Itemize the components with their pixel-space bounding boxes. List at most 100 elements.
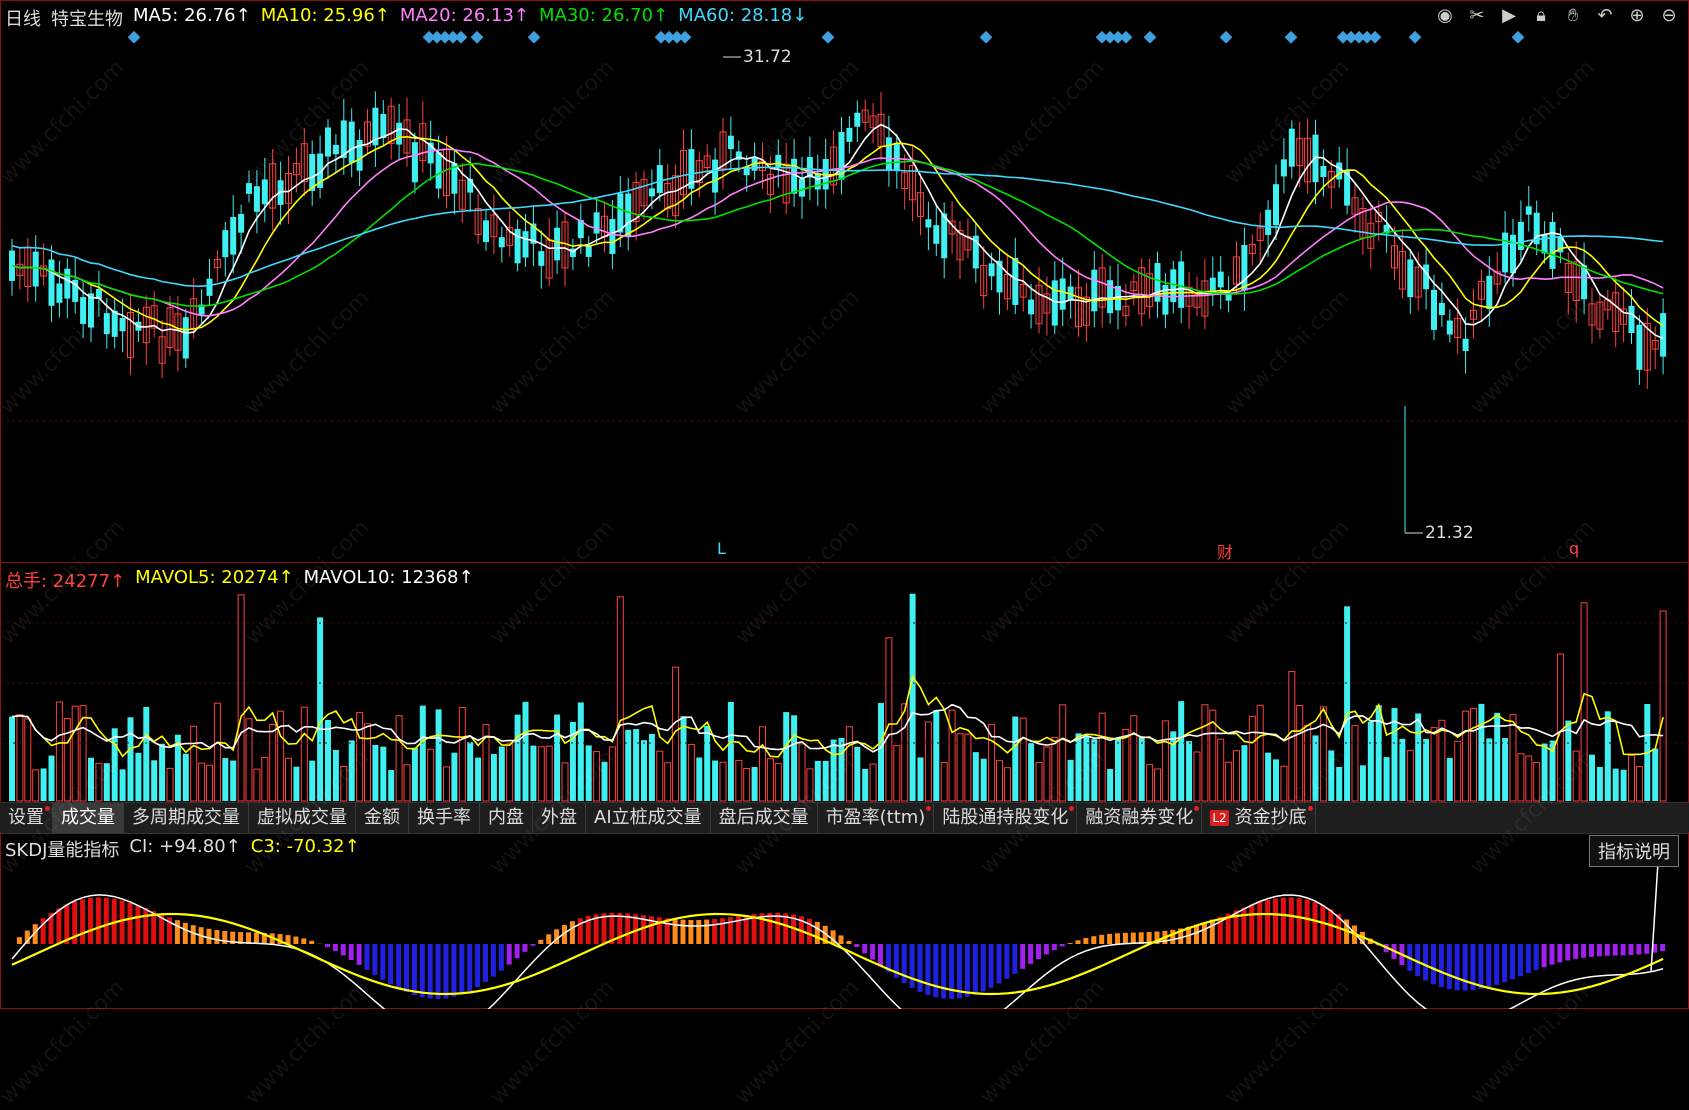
candle-down [657,165,663,193]
tab-label: 虚拟成交量 [257,807,347,828]
volume-bar-down [1486,738,1492,801]
volume-bar-up [538,747,544,801]
volume-bar-up [1526,756,1532,801]
candle-down [523,231,529,257]
tab-1[interactable]: 成交量 [53,803,124,833]
tab-3[interactable]: 虚拟成交量 [249,803,356,833]
volume-bar-down [412,748,418,801]
volume-bar-up [1194,752,1200,801]
indicator-bar [1170,930,1175,944]
indicator-bar [1020,944,1025,969]
volume-bar-up [562,763,568,801]
volume-bar-down [1344,606,1350,801]
volume-bar-up [301,707,307,801]
indicator-bar [554,929,559,944]
zoom-in-icon[interactable]: ⊕ [1626,5,1648,27]
volume-bar-down [1313,735,1319,801]
indicator-bar [1305,900,1310,944]
ma30-value: MA30: 26.70↑ [539,5,668,31]
tab-8[interactable]: AI立桩成交量 [586,803,711,833]
indicator-bar [96,897,101,944]
indicator-bar [523,944,528,952]
tab-label: 设置 [8,807,44,828]
scissors-icon[interactable]: ✂ [1466,5,1488,27]
tab-6[interactable]: 内盘 [480,803,533,833]
volume-chart-canvas[interactable] [1,563,1689,803]
indicator-bar [530,944,535,946]
indicator-bar [128,903,133,944]
candle-down [515,229,521,263]
undo-icon[interactable]: ↶ [1594,5,1616,27]
volume-bar-up [270,724,276,801]
indicator-bar [981,944,986,991]
tab-4[interactable]: 金额 [356,803,409,833]
indicator-bar [1534,944,1539,970]
indicator-bar [965,944,970,997]
indicator-bar [1004,944,1009,979]
candle-down [846,128,852,142]
volume-bar-up [1218,739,1224,801]
indicator-bar [17,937,22,944]
price-chart-canvas[interactable] [1,1,1689,563]
play-icon[interactable]: ▶ [1498,5,1520,27]
volume-bar-down [1613,769,1619,801]
event-marker-q[interactable]: q [1569,539,1579,558]
hand-icon[interactable]: ✋︎ [1562,5,1584,27]
indicator-bar [341,944,346,955]
volume-bar-down [523,702,529,801]
candle-down [1273,184,1279,225]
volume-bar-down [1107,769,1113,801]
event-marker-l[interactable]: L [717,539,726,558]
candle-down [254,186,260,212]
candle-down [1463,339,1469,351]
indicator-bar [372,944,377,975]
indicator-bar [839,935,844,944]
indicator-bar [775,913,780,944]
event-marker-finance[interactable]: 财 [1217,539,1233,563]
candle-down [1550,222,1556,269]
indicator-bar [135,905,140,944]
indicator-bar [104,898,109,944]
candle-down [1447,321,1453,335]
volume-bar-down [854,747,860,801]
candle-down [483,220,489,242]
tab-11[interactable]: 陆股通持股变化 [934,803,1077,833]
signal-diamond [679,31,692,44]
tab-2[interactable]: 多周期成交量 [124,803,249,833]
candle-down [1510,235,1516,274]
price-chart-panel[interactable]: 日线 特宝生物 MA5: 26.76↑ MA10: 25.96↑ MA20: 2… [0,0,1689,562]
indicator-explain-button[interactable]: 指标说明 [1589,835,1679,867]
candle-down [412,142,418,182]
eye-icon[interactable]: ◉ [1434,5,1456,27]
indicator-panel[interactable]: SKDJ量能指标 CI: +94.80↑ C3: -70.32↑ [0,832,1689,1009]
lock-icon[interactable]: 🔒︎ [1530,5,1552,27]
indicator-bar [1202,922,1207,944]
signal-diamond [471,31,484,44]
tab-10[interactable]: 市盈率(ttm) [818,803,935,833]
indicator-bar [365,944,370,970]
volume-bar-down [1076,733,1082,801]
candle-down [625,193,631,236]
ma10-value: MA10: 25.96↑ [261,5,390,31]
volume-bar-down [918,757,924,801]
tab-7[interactable]: 外盘 [533,803,586,833]
indicator-bar [1494,944,1499,985]
tab-12[interactable]: 融资融券变化 [1077,803,1202,833]
tab-9[interactable]: 盘后成交量 [711,803,818,833]
volume-legend: 总手: 24277↑ MAVOL5: 20274↑ MAVOL10: 12368… [5,567,474,593]
zoom-out-icon[interactable]: ⊖ [1658,5,1680,27]
tab-0[interactable]: 设置 [0,803,53,833]
volume-chart-panel[interactable]: 总手: 24277↑ MAVOL5: 20274↑ MAVOL10: 12368… [0,562,1689,802]
indicator-bar [878,944,883,966]
volume-bar-down [293,767,299,801]
indicator-bar [214,930,219,944]
tab-5[interactable]: 换手率 [409,803,480,833]
volume-bar-up [546,746,552,801]
indicator-bar [846,941,851,944]
tab-13[interactable]: L2资金抄底 [1202,803,1315,833]
indicator-bar [688,920,693,944]
volume-bar-down [1542,744,1548,801]
volume-bar-up [720,762,726,801]
indicator-bar [222,931,227,944]
indicator-bar [1297,898,1302,944]
